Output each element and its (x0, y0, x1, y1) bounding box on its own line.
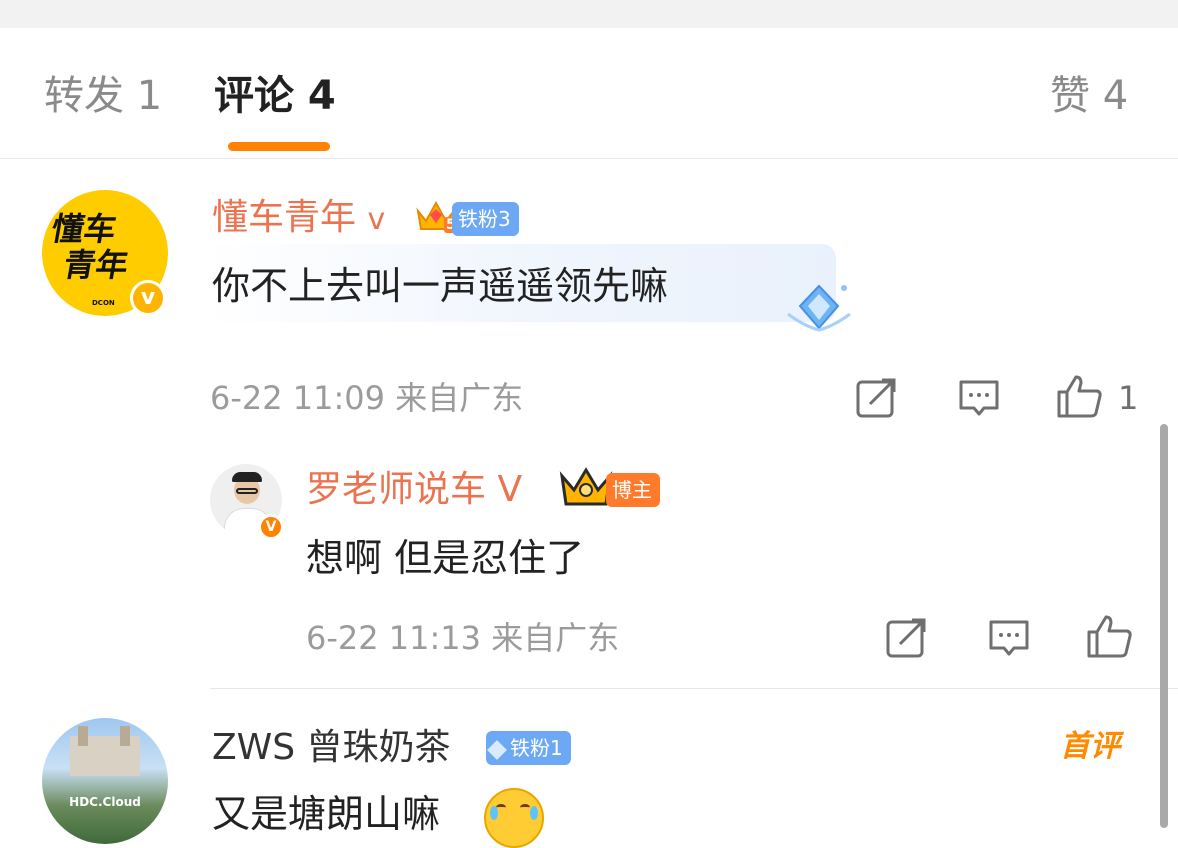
verified-icon: V (258, 514, 284, 540)
tab-comments[interactable]: 评论 4 (214, 72, 336, 120)
host-badge: 博主 (606, 473, 660, 507)
comment-location: 来自广东 (395, 379, 524, 417)
username-text: 懂车青年 (212, 197, 357, 238)
first-comment-tag: 首评 (1060, 729, 1120, 764)
tab-bar: 转发 1 评论 4 赞 4 (0, 28, 1178, 159)
avatar-caption: HDC.Cloud (69, 795, 141, 809)
reply-icon[interactable] (988, 618, 1030, 662)
scrollbar[interactable] (1160, 424, 1168, 828)
diamond-icon (487, 739, 507, 760)
divider (210, 688, 1178, 689)
reply-icon[interactable] (958, 378, 1000, 422)
comment-meta: 6-22 11:13 来自广东 (306, 618, 619, 658)
verified-icon: v (130, 280, 166, 316)
comment-location: 来自广东 (491, 619, 620, 657)
tab-likes[interactable]: 赞 4 (1050, 72, 1128, 120)
avatar[interactable]: HDC.Cloud (42, 718, 168, 844)
comment-meta: 6-22 11:09 来自广东 (210, 378, 523, 418)
like-icon[interactable] (1086, 614, 1134, 662)
like-count: 1 (1118, 379, 1139, 417)
avatar-logo-text: 青年 (60, 246, 132, 284)
repost-icon[interactable] (856, 378, 898, 422)
comment-text: 你不上去叫一声遥遥领先嘛 (212, 264, 669, 308)
comment-username[interactable]: 罗老师说车 V (306, 468, 522, 512)
avatar-logo-text: 懂车 (48, 210, 120, 248)
comment-time: 6-22 11:13 (306, 619, 482, 657)
fan-badge: 铁粉3 (452, 202, 519, 236)
laughing-emoji-icon (484, 788, 544, 848)
comment-time: 6-22 11:09 (210, 379, 386, 417)
diamond-icon (784, 280, 854, 336)
tab-repost[interactable]: 转发 1 (44, 72, 162, 120)
comment-username[interactable]: ZWS 曾珠奶茶 (212, 726, 451, 770)
verified-mark: V (497, 469, 523, 510)
fan-badge-text: 铁粉1 (510, 736, 563, 760)
avatar-logo-small: DCON (92, 299, 115, 307)
like-icon[interactable] (1056, 374, 1104, 422)
top-strip (0, 0, 1178, 28)
comment-text: 想啊 但是忍住了 (306, 536, 585, 580)
repost-icon[interactable] (886, 618, 928, 662)
verified-mark: v (367, 202, 386, 237)
fan-badge: 铁粉1 (486, 731, 571, 765)
active-tab-indicator (228, 142, 330, 151)
comment-username[interactable]: 懂车青年 v (212, 196, 385, 242)
comment-text: 又是塘朗山嘛 (212, 792, 441, 836)
username-text: 罗老师说车 (306, 469, 487, 510)
